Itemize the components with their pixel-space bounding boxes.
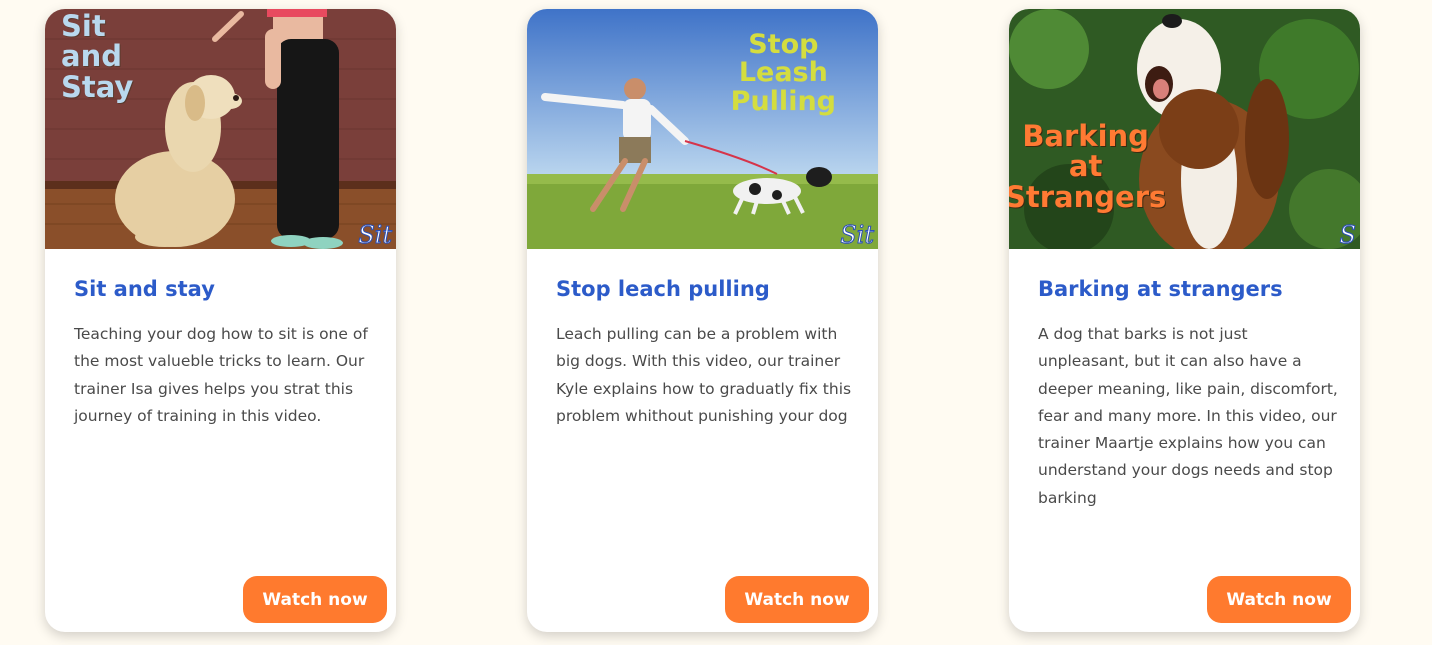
video-thumbnail[interactable]: Sit and Stay Sit: [45, 9, 396, 249]
card-title: Stop leach pulling: [556, 277, 770, 301]
video-card-grid: Sit and Stay Sit Sit and stay Teaching y…: [0, 0, 1432, 645]
thumbnail-overlay-title: Stop Leash Pulling: [730, 29, 836, 117]
card-description: Teaching your dog how to sit is one of t…: [74, 325, 368, 425]
card-title: Barking at strangers: [1038, 277, 1283, 301]
video-card-stop-leash-pulling: Stop Leash Pulling Sit Stop leach pullin…: [527, 9, 878, 632]
video-card-barking-at-strangers: Barking at Strangers S Barking at strang…: [1009, 9, 1360, 632]
watch-now-button[interactable]: Watch now: [1207, 576, 1351, 623]
card-description: A dog that barks is not just unpleasant,…: [1038, 325, 1338, 507]
card-title: Sit and stay: [74, 277, 215, 301]
video-thumbnail[interactable]: Stop Leash Pulling Sit: [527, 9, 878, 249]
watch-now-button[interactable]: Watch now: [725, 576, 869, 623]
watermark-logo: S: [1339, 221, 1356, 250]
video-card-sit-and-stay: Sit and Stay Sit Sit and stay Teaching y…: [45, 9, 396, 632]
thumbnail-overlay-title: Barking at Strangers: [1009, 119, 1167, 214]
watermark-logo: Sit: [358, 221, 393, 250]
video-thumbnail[interactable]: Barking at Strangers S: [1009, 9, 1360, 249]
watermark-logo: Sit: [840, 221, 875, 250]
card-description: Leach pulling can be a problem with big …: [556, 325, 852, 425]
watch-now-button[interactable]: Watch now: [243, 576, 387, 623]
thumbnail-overlay-title: Sit and Stay: [61, 9, 134, 104]
